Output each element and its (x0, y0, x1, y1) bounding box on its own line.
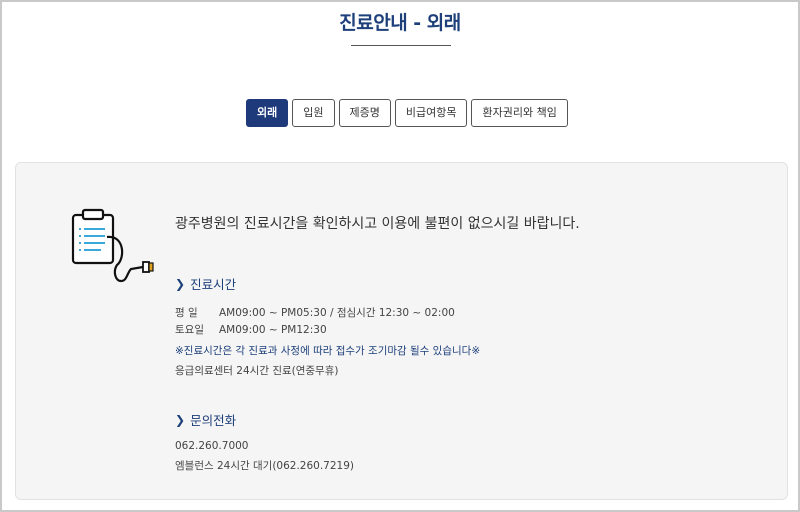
hours-heading-label: 진료시간 (190, 277, 237, 292)
tab-patient-rights[interactable]: 환자권리와 책임 (471, 99, 568, 127)
tab-certificates[interactable]: 제증명 (338, 99, 391, 127)
ambulance-phone: 엠블런스 24시간 대기(062.260.7219) (175, 460, 354, 472)
panel-headline: 광주병원의 진료시간을 확인하시고 이용에 불편이 없으시길 바랍니다. (175, 216, 580, 232)
hours-notice: ※진료시간은 각 진료과 사정에 따라 접수가 조기마감 될수 있습니다※ (175, 345, 481, 357)
tab-inpatient[interactable]: 입원 (292, 99, 335, 127)
saturday-hours: 토요일 AM09:00 ~ PM12:30 (175, 322, 327, 337)
tab-bar: 외래 입원 제증명 비급여항목 환자권리와 책임 (246, 99, 568, 127)
saturday-label: 토요일 (175, 324, 204, 336)
contact-heading-label: 문의전화 (190, 413, 237, 428)
clipboard-stethoscope-icon (67, 207, 157, 287)
chevron-right-icon: ❯ (175, 276, 186, 291)
weekday-value: AM09:00 ~ PM05:30 / 점심시간 12:30 ~ 02:00 (219, 307, 455, 319)
saturday-value: AM09:00 ~ PM12:30 (219, 324, 327, 336)
tab-outpatient[interactable]: 외래 (246, 99, 289, 127)
page-frame: 진료안내 - 외래 외래 입원 제증명 비급여항목 환자권리와 책임 광주병원의… (0, 0, 800, 512)
emergency-hours: 응급의료센터 24시간 진료(연중무휴) (175, 365, 339, 377)
weekday-label: 평 일 (175, 307, 198, 319)
tab-non-covered-items[interactable]: 비급여항목 (394, 99, 468, 127)
contact-heading: ❯ 문의전화 (175, 410, 236, 429)
title-underline (351, 45, 451, 46)
hours-heading: ❯ 진료시간 (175, 274, 236, 293)
contact-phone: 062.260.7000 (175, 440, 249, 452)
page-title: 진료안내 - 외래 (339, 12, 461, 34)
weekday-hours: 평 일 AM09:00 ~ PM05:30 / 점심시간 12:30 ~ 02:0… (175, 305, 455, 320)
chevron-right-icon: ❯ (175, 412, 186, 427)
